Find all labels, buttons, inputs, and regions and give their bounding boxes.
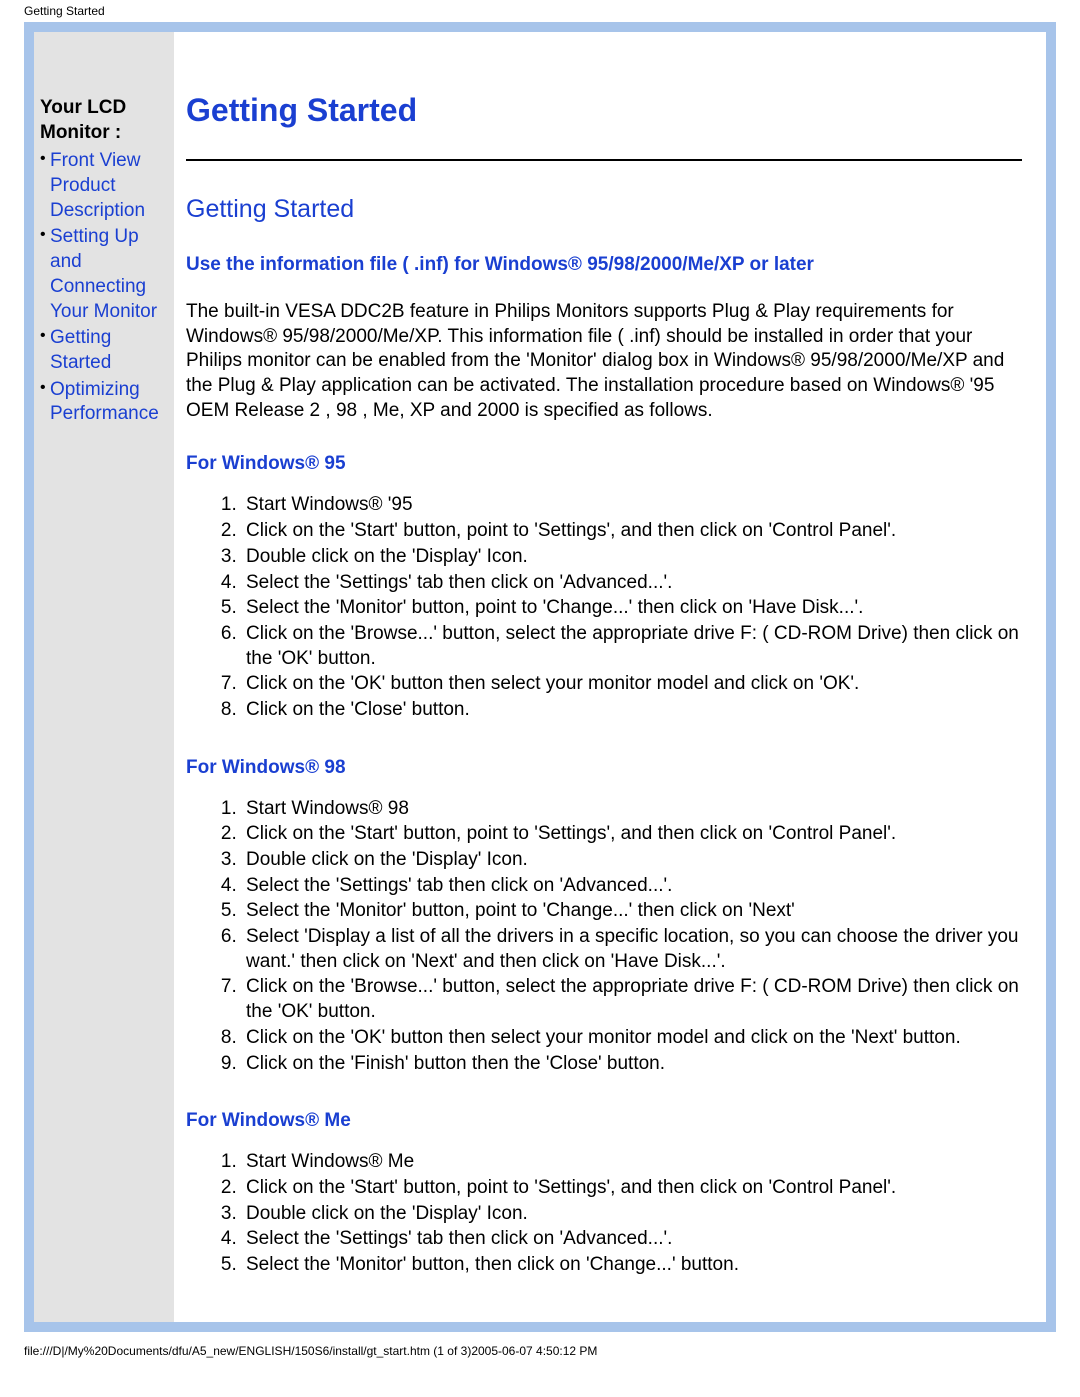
step-item: Start Windows® '95 [242,493,1022,518]
step-item: Click on the 'OK' button then select you… [242,672,1022,697]
os-heading-win95: For Windows® 95 [186,453,1022,475]
horizontal-rule [186,159,1022,161]
step-item: Start Windows® Me [242,1150,1022,1175]
step-item: Select the 'Settings' tab then click on … [242,874,1022,899]
sidebar-item-optimizing[interactable]: Optimizing Performance [40,378,170,427]
step-item: Select the 'Settings' tab then click on … [242,571,1022,596]
sidebar-item-getting-started[interactable]: Getting Started [40,326,170,375]
inner-page: Your LCD Monitor : Front View Product De… [34,32,1046,1322]
step-item: Select the 'Monitor' button, then click … [242,1253,1022,1278]
page-footer-text: file:///D|/My%20Documents/dfu/A5_new/ENG… [0,1344,1080,1366]
step-item: Click on the 'OK' button then select you… [242,1026,1022,1051]
step-item: Select the 'Settings' tab then click on … [242,1227,1022,1252]
step-item: Click on the 'Browse...' button, select … [242,622,1022,671]
step-item: Click on the 'Start' button, point to 'S… [242,1176,1022,1201]
intro-paragraph: The built-in VESA DDC2B feature in Phili… [186,300,1022,423]
sidebar-item-front-view[interactable]: Front View Product Description [40,149,170,223]
sidebar-title: Your LCD Monitor : [40,96,170,145]
page-header-text: Getting Started [0,0,1080,22]
steps-winme: Start Windows® Me Click on the 'Start' b… [186,1150,1022,1277]
steps-win95: Start Windows® '95 Click on the 'Start' … [186,493,1022,722]
sidebar-item-setting-up[interactable]: Setting Up and Connecting Your Monitor [40,225,170,324]
sidebar-link[interactable]: Front View Product Description [50,150,145,220]
os-heading-winme: For Windows® Me [186,1110,1022,1132]
section-title: Getting Started [186,195,1022,224]
step-item: Double click on the 'Display' Icon. [242,848,1022,873]
step-item: Click on the 'Browse...' button, select … [242,975,1022,1024]
sidebar-link[interactable]: Setting Up and Connecting Your Monitor [50,226,157,321]
steps-win98: Start Windows® 98 Click on the 'Start' b… [186,797,1022,1077]
main-content: Getting Started Getting Started Use the … [174,32,1046,1322]
sidebar-link[interactable]: Getting Started [50,327,111,373]
sidebar-link[interactable]: Optimizing Performance [50,379,159,425]
page-title: Getting Started [186,92,1022,129]
sub-heading: Use the information file ( .inf) for Win… [186,254,1022,276]
step-item: Select the 'Monitor' button, point to 'C… [242,899,1022,924]
step-item: Select the 'Monitor' button, point to 'C… [242,596,1022,621]
step-item: Double click on the 'Display' Icon. [242,545,1022,570]
sidebar: Your LCD Monitor : Front View Product De… [34,32,174,1322]
step-item: Start Windows® 98 [242,797,1022,822]
step-item: Select 'Display a list of all the driver… [242,925,1022,974]
sidebar-list: Front View Product Description Setting U… [40,149,170,427]
outer-frame: Your LCD Monitor : Front View Product De… [24,22,1056,1332]
step-item: Double click on the 'Display' Icon. [242,1202,1022,1227]
os-heading-win98: For Windows® 98 [186,757,1022,779]
step-item: Click on the 'Finish' button then the 'C… [242,1052,1022,1077]
step-item: Click on the 'Close' button. [242,698,1022,723]
step-item: Click on the 'Start' button, point to 'S… [242,822,1022,847]
step-item: Click on the 'Start' button, point to 'S… [242,519,1022,544]
